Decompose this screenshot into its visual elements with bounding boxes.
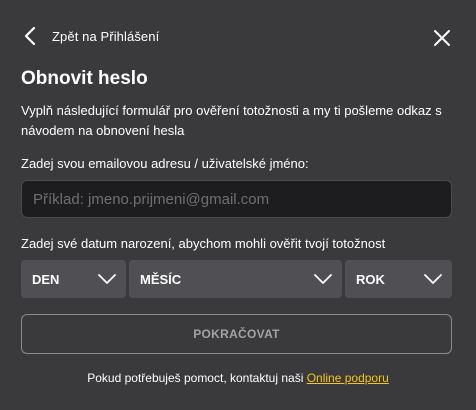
email-input[interactable]: [21, 180, 452, 218]
form-description: Vyplň následující formulář pro ověření t…: [21, 103, 442, 138]
back-to-login-label: Zpět na Přihlášení: [52, 28, 160, 44]
online-support-link[interactable]: Online podporu: [307, 371, 389, 385]
help-text-label: Pokud potřebuješ pomoct, kontaktuj naši: [87, 371, 307, 385]
page-title: Obnovit heslo: [21, 68, 148, 89]
day-select[interactable]: DEN: [21, 260, 126, 298]
chevron-down-icon: [314, 274, 332, 284]
help-text: Pokud potřebuješ pomoct, kontaktuj naši …: [0, 371, 476, 385]
continue-button[interactable]: POKRAČOVAT: [21, 314, 452, 354]
year-select-value: ROK: [356, 271, 385, 287]
back-to-login-link[interactable]: Zpět na Přihlášení: [24, 24, 159, 48]
chevron-down-icon: [424, 274, 442, 284]
top-bar: Zpět na Přihlášení: [0, 0, 476, 72]
month-select[interactable]: MĚSÍC: [129, 260, 342, 298]
chevron-left-icon: [24, 26, 36, 46]
birthdate-label: Zadej své datum narození, abychom mohli …: [21, 236, 386, 251]
email-label: Zadej svou emailovou adresu / uživatelsk…: [21, 156, 309, 171]
close-icon: [432, 28, 452, 48]
day-select-value: DEN: [32, 271, 60, 287]
chevron-down-icon: [98, 274, 116, 284]
month-select-value: MĚSÍC: [140, 271, 182, 287]
year-select[interactable]: ROK: [345, 260, 452, 298]
close-button[interactable]: [432, 28, 452, 48]
